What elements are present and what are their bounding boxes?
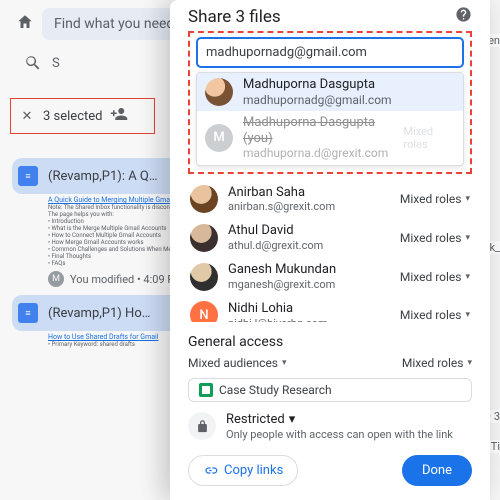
docs-icon: ≡: [18, 166, 38, 186]
chevron-down-icon: ▾: [289, 412, 296, 427]
avatar: M: [48, 271, 64, 287]
access-row: Athul David athul.d@grexit.com Mixed rol…: [188, 218, 472, 257]
dialog-title: Share 3 files: [188, 7, 281, 27]
people-input[interactable]: madhupornadg@gmail.com: [196, 37, 464, 68]
doc-title-1: (Revamp,P1): A Quick: [48, 169, 158, 184]
shared-drive-icon: [199, 383, 213, 397]
chevron-down-icon: ▾: [465, 194, 470, 204]
chevron-down-icon: ▾: [465, 310, 470, 320]
chevron-down-icon: ▾: [282, 358, 287, 368]
audience-role-dropdown[interactable]: Mixed roles▾: [402, 356, 472, 370]
close-icon[interactable]: ✕: [19, 108, 35, 124]
person-email: athul.d@grexit.com: [228, 239, 390, 252]
chevron-down-icon: ▾: [465, 233, 470, 243]
role-label: Mixed roles: [403, 125, 455, 151]
role-dropdown[interactable]: Mixed roles▾: [400, 192, 470, 206]
role-dropdown[interactable]: Mixed roles▾: [400, 231, 470, 245]
suggestion-list: Madhuporna Dasgupta madhupornadg@gmail.c…: [196, 72, 464, 166]
avatar: M: [205, 124, 233, 152]
person-name: Athul David: [228, 223, 390, 239]
suggestion-name: Madhuporna Dasgupta (you): [243, 115, 393, 146]
copy-links-button[interactable]: Copy links: [188, 455, 298, 486]
shared-drive-label: Case Study Research: [219, 383, 332, 397]
chevron-down-icon: ▾: [465, 272, 470, 282]
access-row: Anirban Saha anirban.s@grexit.com Mixed …: [188, 180, 472, 219]
chevron-down-icon: ▾: [467, 358, 472, 368]
access-row: N Nidhi Lohia nidhi.l@hiverhq.com Mixed …: [188, 296, 472, 322]
shared-drive-chip[interactable]: Case Study Research: [188, 378, 472, 402]
help-icon[interactable]: [455, 6, 472, 27]
person-email: mganesh@grexit.com: [228, 278, 390, 291]
avatar: [190, 185, 218, 213]
person-name: Nidhi Lohia: [228, 301, 390, 317]
avatar: N: [190, 301, 218, 322]
avatar: [190, 224, 218, 252]
selection-chip[interactable]: ✕ 3 selected: [10, 98, 155, 134]
person-add-icon[interactable]: [110, 105, 128, 127]
general-access-heading: General access: [188, 334, 472, 350]
person-name: Ganesh Mukundan: [228, 262, 390, 278]
link-access-row: Restricted▾ Only people with access can …: [188, 412, 472, 441]
restricted-dropdown[interactable]: Restricted▾: [226, 412, 453, 427]
doc-title-2: (Revamp,P1) How to U: [48, 306, 158, 321]
person-email: nidhi.l@hiverhq.com: [228, 317, 390, 323]
suggestion-item[interactable]: M Madhuporna Dasgupta (you) madhuporna.d…: [197, 111, 463, 165]
copy-links-label: Copy links: [224, 463, 283, 478]
docs-icon: ≡: [18, 303, 38, 323]
restricted-desc: Only people with access can open with th…: [226, 428, 453, 441]
share-dialog: Share 3 files madhupornadg@gmail.com Mad…: [170, 0, 490, 500]
people-input-area: madhupornadg@gmail.com Madhuporna Dasgup…: [188, 31, 472, 174]
suggestion-email: madhupornadg@gmail.com: [243, 93, 392, 107]
access-row: Ganesh Mukundan mganesh@grexit.com Mixed…: [188, 257, 472, 296]
selection-count: 3 selected: [43, 109, 102, 124]
suggestion-email: madhuporna.d@grexit.com: [243, 146, 393, 160]
audience-dropdown[interactable]: Mixed audiences▾: [188, 356, 287, 370]
suggestion-name: Madhuporna Dasgupta: [243, 77, 392, 93]
role-dropdown[interactable]: Mixed roles▾: [400, 308, 470, 322]
person-name: Anirban Saha: [228, 185, 390, 201]
lock-icon: [188, 412, 216, 440]
search-typed: S: [52, 56, 60, 71]
avatar: [190, 263, 218, 291]
avatar: [205, 78, 233, 106]
search-icon: [24, 54, 42, 72]
people-with-access: Anirban Saha anirban.s@grexit.com Mixed …: [188, 180, 472, 322]
done-button[interactable]: Done: [402, 455, 472, 486]
suggestion-item[interactable]: Madhuporna Dasgupta madhupornadg@gmail.c…: [197, 73, 463, 111]
person-email: anirban.s@grexit.com: [228, 200, 390, 213]
home-icon: [16, 13, 34, 35]
role-dropdown[interactable]: Mixed roles▾: [400, 270, 470, 284]
